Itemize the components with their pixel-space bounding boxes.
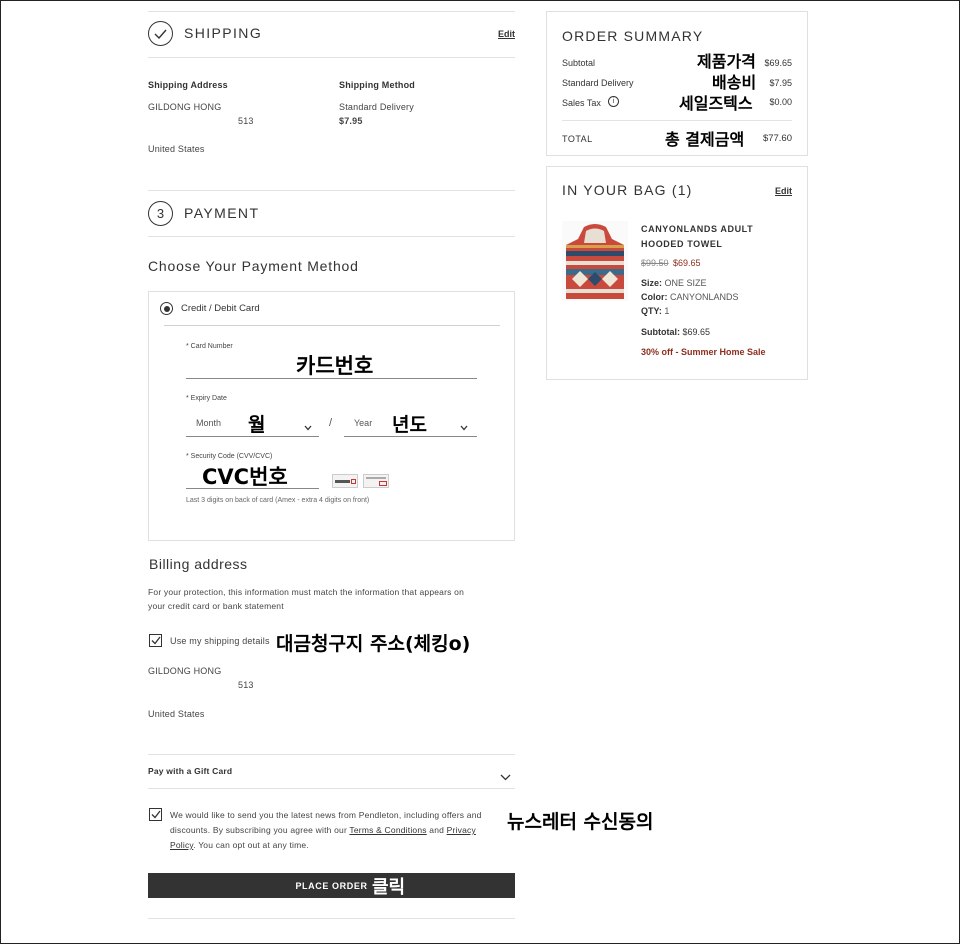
newsletter-text: discounts. By subscribing you agree with… bbox=[170, 825, 350, 835]
annotation-billing: 대금청구지 주소(체킹o) bbox=[276, 633, 471, 655]
security-code-hint: Last 3 digits on back of card (Amex - ex… bbox=[186, 497, 370, 504]
chevron-down-icon bbox=[304, 418, 312, 436]
size-row: Size: ONE SIZE bbox=[641, 278, 707, 288]
item-subtotal-label: Subtotal: bbox=[641, 327, 680, 337]
item-subtotal-value: $69.65 bbox=[682, 327, 711, 337]
shipping-method-name: Standard Delivery bbox=[339, 102, 414, 112]
product-name-line1[interactable]: CANYONLANDS ADULT bbox=[641, 224, 753, 234]
delivery-value: $7.95 bbox=[769, 78, 792, 88]
expiry-separator: / bbox=[329, 417, 333, 429]
annotation-total: 총 결제금액 bbox=[665, 130, 745, 149]
order-summary-title: ORDER SUMMARY bbox=[562, 28, 704, 44]
product-image[interactable] bbox=[562, 221, 628, 301]
shipping-address-line: 513 bbox=[238, 116, 254, 126]
divider bbox=[148, 11, 515, 12]
annotation-card-number: 카드번호 bbox=[296, 354, 374, 378]
annotation-year: 년도 bbox=[392, 414, 427, 436]
product-name-line2[interactable]: HOODED TOWEL bbox=[641, 239, 723, 249]
annotation-cvc: CVC번호 bbox=[202, 465, 288, 489]
billing-name: GILDONG HONG bbox=[148, 666, 222, 676]
item-subtotal-row: Subtotal: $69.65 bbox=[641, 327, 710, 337]
divider bbox=[562, 120, 792, 121]
bag-edit-link[interactable]: Edit bbox=[775, 186, 792, 196]
billing-country: United States bbox=[148, 709, 205, 719]
credit-card-option-label: Credit / Debit Card bbox=[181, 303, 260, 314]
divider bbox=[148, 57, 515, 58]
divider bbox=[148, 788, 515, 789]
size-label: Size: bbox=[641, 278, 663, 288]
promo-text: 30% off - Summer Home Sale bbox=[641, 347, 766, 357]
step-complete-check-icon bbox=[148, 21, 173, 46]
shipping-name: GILDONG HONG bbox=[148, 102, 222, 112]
divider bbox=[148, 190, 515, 191]
terms-conditions-link[interactable]: Terms & Conditions bbox=[349, 825, 426, 835]
annotation-newsletter: 뉴스레터 수신동의 bbox=[507, 811, 654, 833]
billing-note-line2: your credit card or bank statement bbox=[148, 601, 284, 611]
original-price: $99.50 bbox=[641, 258, 669, 268]
place-order-label: PLACE ORDER bbox=[295, 880, 368, 891]
info-icon[interactable]: i bbox=[608, 96, 619, 107]
newsletter-checkbox[interactable] bbox=[149, 808, 162, 821]
privacy-policy-link[interactable]: Policy bbox=[170, 840, 193, 850]
gift-card-label: Pay with a Gift Card bbox=[148, 766, 233, 776]
bag-title: IN YOUR BAG (1) bbox=[562, 182, 693, 198]
shipping-edit-link[interactable]: Edit bbox=[498, 29, 515, 39]
card-number-label: * Card Number bbox=[186, 343, 233, 350]
payment-step-title: PAYMENT bbox=[184, 205, 260, 221]
month-placeholder: Month bbox=[196, 418, 222, 428]
newsletter-text: and bbox=[426, 825, 447, 835]
subtotal-label: Subtotal bbox=[562, 58, 596, 68]
shipping-address-label: Shipping Address bbox=[148, 80, 228, 90]
expiry-date-label: * Expiry Date bbox=[186, 395, 227, 402]
use-shipping-details-label: Use my shipping details bbox=[170, 636, 270, 646]
newsletter-text-line3: Policy. You can opt out at any time. bbox=[170, 840, 309, 850]
color-label: Color: bbox=[641, 292, 668, 302]
shipping-country: United States bbox=[148, 144, 205, 154]
billing-address-heading: Billing address bbox=[149, 556, 248, 572]
card-back-cvv-icon bbox=[332, 474, 358, 488]
divider bbox=[148, 918, 515, 919]
chevron-down-icon bbox=[500, 768, 511, 786]
billing-address-line: 513 bbox=[238, 680, 254, 690]
color-row: Color: CANYONLANDS bbox=[641, 292, 739, 302]
sales-tax-value: $0.00 bbox=[769, 97, 792, 107]
annotation-click: 클릭 bbox=[372, 877, 406, 898]
divider bbox=[164, 325, 500, 326]
chevron-down-icon bbox=[460, 418, 468, 436]
size-value: ONE SIZE bbox=[664, 278, 707, 288]
shipping-method-price: $7.95 bbox=[339, 116, 363, 126]
gift-card-toggle[interactable]: Pay with a Gift Card bbox=[148, 755, 515, 788]
qty-row: QTY: 1 bbox=[641, 306, 669, 316]
total-value: $77.60 bbox=[762, 133, 792, 144]
shipping-step-title: SHIPPING bbox=[184, 25, 263, 41]
place-order-button[interactable]: PLACE ORDER bbox=[148, 873, 515, 898]
divider bbox=[148, 236, 515, 237]
billing-note-line1: For your protection, this information mu… bbox=[148, 587, 465, 597]
annotation-month: 월 bbox=[248, 414, 266, 436]
payment-method-heading: Choose Your Payment Method bbox=[148, 258, 359, 274]
total-label: TOTAL bbox=[562, 134, 593, 144]
step-number-badge: 3 bbox=[148, 201, 173, 226]
card-front-amex-icon bbox=[363, 474, 389, 488]
color-value: CANYONLANDS bbox=[670, 292, 739, 302]
delivery-label: Standard Delivery bbox=[562, 78, 634, 88]
privacy-policy-link[interactable]: Privacy bbox=[447, 825, 476, 835]
newsletter-text-line1: We would like to send you the latest new… bbox=[170, 810, 482, 820]
use-shipping-details-checkbox[interactable] bbox=[149, 634, 162, 647]
shipping-method-label: Shipping Method bbox=[339, 80, 415, 90]
year-placeholder: Year bbox=[354, 418, 373, 428]
newsletter-text: . You can opt out at any time. bbox=[193, 840, 309, 850]
sale-price: $69.65 bbox=[673, 258, 701, 268]
sales-tax-label: Sales Tax bbox=[562, 98, 601, 108]
hooded-towel-image bbox=[566, 224, 624, 299]
security-code-label: * Security Code (CVV/CVC) bbox=[186, 453, 273, 460]
newsletter-text-line2: discounts. By subscribing you agree with… bbox=[170, 825, 476, 835]
qty-value: 1 bbox=[664, 306, 670, 316]
subtotal-value: $69.65 bbox=[764, 58, 792, 68]
credit-card-radio[interactable] bbox=[160, 302, 173, 315]
qty-label: QTY: bbox=[641, 306, 662, 316]
